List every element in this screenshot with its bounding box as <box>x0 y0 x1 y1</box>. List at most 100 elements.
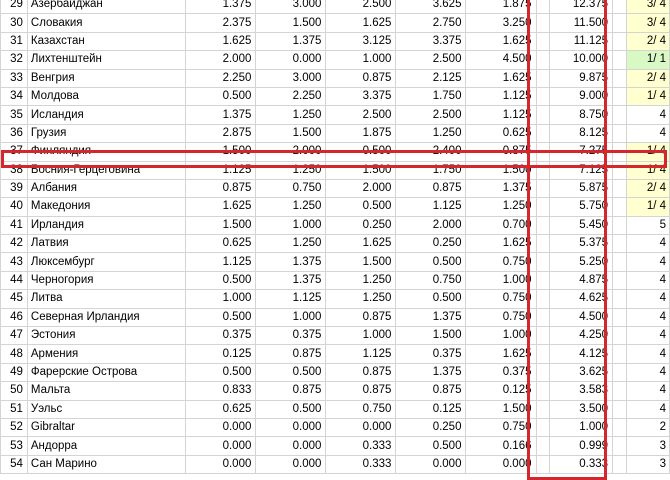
season-value-cell: 2.125 <box>395 68 467 88</box>
season-value-cell: 1.125 <box>255 289 327 309</box>
rank-cell: 33 <box>0 68 28 88</box>
clubs-remaining-cell: 4 <box>625 399 670 419</box>
country-name-cell: Армения <box>26 344 187 364</box>
rank-cell: 54 <box>0 454 28 475</box>
season-value-cell: 0.375 <box>395 344 467 364</box>
spacer-cell <box>612 270 627 291</box>
season-value-cell: 3.000 <box>255 68 327 88</box>
spacer-cell <box>612 417 627 438</box>
season-value-cell: 1.875 <box>465 0 537 15</box>
clubs-remaining-cell: 4 <box>625 326 670 346</box>
spacer-cell <box>535 270 551 291</box>
season-value-cell: 1.625 <box>465 344 537 364</box>
season-value-cell: 0.500 <box>185 270 257 291</box>
country-name-cell: Мальта <box>26 381 187 401</box>
spacer-cell <box>535 31 551 52</box>
season-value-cell: 1.125 <box>185 252 257 272</box>
season-value-cell: 1.625 <box>465 68 537 88</box>
season-value-cell: 2.250 <box>255 86 327 107</box>
spacer-cell <box>612 215 627 236</box>
season-value-cell: 1.375 <box>185 105 257 125</box>
table-row: 40 Македония 1.625 1.250 0.500 1.125 1.250 5.75… <box>0 197 670 217</box>
spacer-cell <box>535 0 551 15</box>
spacer-cell <box>612 86 627 107</box>
spacer-cell <box>612 50 627 70</box>
season-value-cell: 1.000 <box>255 215 327 236</box>
season-value-cell: 1.125 <box>465 86 537 107</box>
season-value-cell: 0.250 <box>325 215 397 236</box>
season-value-cell: 2.875 <box>185 123 257 144</box>
season-value-cell: 0.833 <box>185 381 257 401</box>
total-cell: 1.000 <box>549 417 614 438</box>
clubs-remaining-cell: 4 <box>625 289 670 309</box>
clubs-remaining-cell: 3 <box>625 436 670 456</box>
season-value-cell: 0.875 <box>325 381 397 401</box>
season-value-cell: 0.125 <box>395 399 467 419</box>
spacer-cell <box>612 436 627 456</box>
total-cell: 7.275 <box>549 142 614 162</box>
season-value-cell: 2.500 <box>395 105 467 125</box>
rank-cell: 30 <box>0 13 28 33</box>
season-value-cell: 0.333 <box>325 436 397 456</box>
table-row: 42 Латвия 0.625 1.250 1.625 0.250 1.625 5.375 4 <box>0 234 670 254</box>
total-cell: 5.375 <box>549 234 614 254</box>
season-value-cell: 0.500 <box>325 197 397 217</box>
season-value-cell: 3.375 <box>325 86 397 107</box>
season-value-cell: 1.375 <box>185 0 257 15</box>
season-value-cell: 1.750 <box>395 160 467 180</box>
spacer-cell <box>612 123 627 144</box>
table-row: 31 Казахстан 1.625 1.375 3.125 3.375 1.625 11.1… <box>0 31 670 52</box>
rank-cell: 29 <box>0 0 28 15</box>
total-cell: 0.333 <box>549 454 614 475</box>
table-row: 41 Ирландия 1.500 1.000 0.250 2.000 0.700 5.450… <box>0 215 670 236</box>
season-value-cell: 0.750 <box>325 399 397 419</box>
season-value-cell: 1.250 <box>255 105 327 125</box>
season-value-cell: 0.875 <box>325 307 397 328</box>
season-value-cell: 0.875 <box>255 344 327 364</box>
country-name-cell: Эстония <box>26 326 187 346</box>
season-value-cell: 1.500 <box>395 326 467 346</box>
spacer-cell <box>612 31 627 52</box>
season-value-cell: 4.500 <box>465 50 537 70</box>
total-cell: 8.750 <box>549 105 614 125</box>
table-row: 45 Литва 1.000 1.125 1.250 0.500 0.750 4.625 4 <box>0 289 670 309</box>
spacer-cell <box>535 326 551 346</box>
season-value-cell: 1.625 <box>325 234 397 254</box>
season-value-cell: 1.500 <box>255 123 327 144</box>
season-value-cell: 0.500 <box>185 307 257 328</box>
season-value-cell: 3.250 <box>465 13 537 33</box>
rank-cell: 52 <box>0 417 28 438</box>
season-value-cell: 0.333 <box>325 454 397 475</box>
table-row: 46 Северная Ирландия 0.500 1.000 0.875 1.375 0… <box>0 307 670 328</box>
total-cell: 4.625 <box>549 289 614 309</box>
spacer-cell <box>612 399 627 419</box>
season-value-cell: 0.000 <box>255 436 327 456</box>
season-value-cell: 1.375 <box>255 31 327 52</box>
spacer-cell <box>612 13 627 33</box>
spacer-cell <box>535 381 551 401</box>
total-cell: 4.250 <box>549 326 614 346</box>
country-name-cell: Ирландия <box>26 215 187 236</box>
rank-cell: 37 <box>0 142 28 162</box>
season-value-cell: 2.000 <box>325 178 397 199</box>
season-value-cell: 0.875 <box>255 381 327 401</box>
spacer-cell <box>535 86 551 107</box>
rank-cell: 32 <box>0 50 28 70</box>
rank-cell: 46 <box>0 307 28 328</box>
season-value-cell: 1.250 <box>255 234 327 254</box>
spacer-cell <box>535 289 551 309</box>
season-value-cell: 1.000 <box>465 326 537 346</box>
clubs-remaining-cell: 4 <box>625 105 670 125</box>
season-value-cell: 1.625 <box>465 31 537 52</box>
season-value-cell: 2.000 <box>255 142 327 162</box>
spacer-cell <box>612 289 627 309</box>
table-row: 49 Фарерские Острова 0.500 0.500 0.875 1.375 0… <box>0 362 670 383</box>
country-name-cell: Словакия <box>26 13 187 33</box>
spacer-cell <box>535 417 551 438</box>
spacer-cell <box>535 362 551 383</box>
table-row: 43 Люксембург 1.125 1.375 1.500 0.500 0.750 5.2… <box>0 252 670 272</box>
season-value-cell: 0.500 <box>255 399 327 419</box>
season-value-cell: 1.250 <box>465 197 537 217</box>
spacer-cell <box>612 234 627 254</box>
season-value-cell: 0.750 <box>465 307 537 328</box>
